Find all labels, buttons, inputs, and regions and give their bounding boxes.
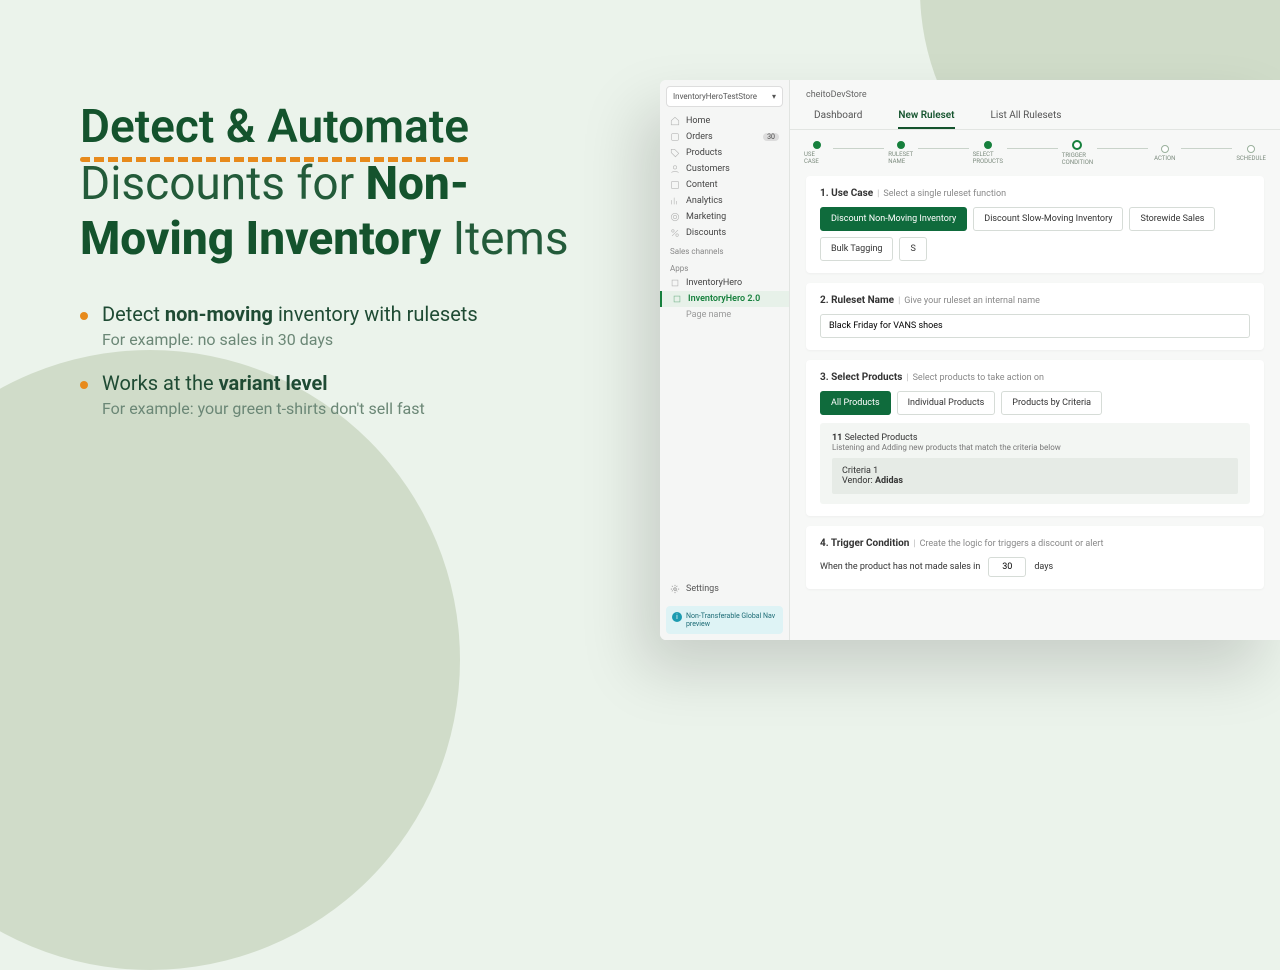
nav-page[interactable]: Page name	[660, 307, 789, 323]
pill-slow-moving[interactable]: Discount Slow-Moving Inventory	[973, 207, 1123, 231]
nav-home[interactable]: Home	[660, 113, 789, 129]
step-schedule[interactable]: SCHEDULE	[1236, 145, 1266, 162]
headline-regular: Discounts for Non-Moving Inventory Items	[80, 157, 569, 265]
bg-blob-bottom	[0, 350, 460, 970]
step-trigger[interactable]: TRIGGER CONDITION	[1062, 140, 1093, 166]
nav-app-inventoryhero2[interactable]: InventoryHero 2.0	[660, 291, 789, 307]
bullet-2-sub: For example: your green t-shirts don't s…	[102, 399, 425, 418]
step-select-products[interactable]: SELECT PRODUCTS	[973, 141, 1003, 165]
pill-bulk-tagging[interactable]: Bulk Tagging	[820, 237, 893, 261]
criteria-box: Criteria 1 Vendor: Adidas	[832, 458, 1238, 494]
bullet-dot-icon	[80, 381, 88, 389]
nav-marketing[interactable]: Marketing	[660, 209, 789, 225]
store-selector[interactable]: InventoryHeroTestStore ▾	[666, 86, 783, 107]
trigger-text-post: days	[1034, 562, 1053, 572]
criteria-label: Criteria 1	[842, 466, 1228, 476]
bullet-2-main: Works at the variant level	[102, 371, 425, 395]
pill-non-moving[interactable]: Discount Non-Moving Inventory	[820, 207, 967, 231]
marketing-copy: Detect & Automate Discounts for Non-Movi…	[80, 100, 620, 440]
step-use-case[interactable]: USE CASE	[804, 141, 829, 165]
info-card-text: Non-Transferable Global Nav preview	[686, 612, 777, 628]
section-trigger: 4. Trigger Condition|Create the logic fo…	[806, 526, 1264, 589]
section-select-products: 3. Select Products|Select products to ta…	[806, 360, 1264, 516]
chevron-down-icon: ▾	[772, 92, 776, 101]
info-card: i Non-Transferable Global Nav preview	[666, 606, 783, 634]
bullet-1-main: Detect non-moving inventory with ruleset…	[102, 302, 478, 326]
headline-underlined: Detect & Automate	[80, 100, 469, 157]
listening-text: Listening and Adding new products that m…	[832, 443, 1238, 452]
nav-content[interactable]: Content	[660, 177, 789, 193]
section-sub: Select products to take action on	[913, 373, 1044, 383]
tab-list-rulesets[interactable]: List All Rulesets	[991, 110, 1062, 129]
pill-storewide[interactable]: Storewide Sales	[1129, 207, 1215, 231]
home-icon	[670, 116, 680, 126]
section-sub: Select a single ruleset function	[883, 189, 1006, 199]
nav-app-inventoryhero[interactable]: InventoryHero	[660, 275, 789, 291]
headline: Detect & Automate Discounts for Non-Movi…	[80, 100, 620, 266]
pill-criteria[interactable]: Products by Criteria	[1001, 391, 1102, 415]
app-screenshot: InventoryHeroTestStore ▾ Home Orders30 P…	[660, 80, 1280, 640]
bullet-1: Detect non-moving inventory with ruleset…	[80, 302, 620, 349]
selected-label: Selected Products	[845, 433, 918, 443]
nav-customers[interactable]: Customers	[660, 161, 789, 177]
gear-icon	[670, 584, 680, 594]
step-ruleset-name[interactable]: RULESET NAME	[888, 141, 913, 165]
selected-count: 11	[832, 433, 842, 443]
orders-icon	[670, 132, 680, 142]
section-sub: Create the logic for triggers a discount…	[920, 539, 1104, 549]
tabs: Dashboard New Ruleset List All Rulesets	[790, 100, 1280, 130]
chart-icon	[670, 196, 680, 206]
pill-all-products[interactable]: All Products	[820, 391, 891, 415]
tab-dashboard[interactable]: Dashboard	[814, 110, 862, 129]
section-sub: Give your ruleset an internal name	[904, 296, 1040, 306]
sidebar: InventoryHeroTestStore ▾ Home Orders30 P…	[660, 80, 790, 640]
store-name: InventoryHeroTestStore	[673, 92, 757, 101]
orders-badge: 30	[763, 133, 779, 141]
bullet-1-sub: For example: no sales in 30 days	[102, 330, 478, 349]
tab-new-ruleset[interactable]: New Ruleset	[898, 110, 954, 129]
breadcrumb: cheitoDevStore	[790, 80, 1280, 100]
step-action[interactable]: ACTION	[1152, 145, 1177, 162]
pill-individual[interactable]: Individual Products	[897, 391, 996, 415]
ruleset-name-input[interactable]	[820, 314, 1250, 338]
nav-sales-channels-header: Sales channels	[660, 241, 789, 258]
section-title: 4. Trigger Condition	[820, 538, 909, 549]
nav-discounts[interactable]: Discounts	[660, 225, 789, 241]
pill-cutoff[interactable]: S	[899, 237, 926, 261]
bullet-dot-icon	[80, 312, 88, 320]
nav-products[interactable]: Products	[660, 145, 789, 161]
app-icon	[672, 294, 682, 304]
main-panel: cheitoDevStore Dashboard New Ruleset Lis…	[790, 80, 1280, 640]
nav-analytics[interactable]: Analytics	[660, 193, 789, 209]
nav-orders[interactable]: Orders30	[660, 129, 789, 145]
nav-settings[interactable]: Settings	[660, 578, 789, 600]
section-title: 1. Use Case	[820, 188, 873, 199]
user-icon	[670, 164, 680, 174]
info-icon: i	[672, 612, 682, 622]
section-ruleset-name: 2. Ruleset Name|Give your ruleset an int…	[806, 283, 1264, 350]
app-icon	[670, 278, 680, 288]
trigger-days-input[interactable]	[988, 557, 1026, 577]
bullet-2: Works at the variant level For example: …	[80, 371, 620, 418]
tag-icon	[670, 148, 680, 158]
nav-apps-header: Apps	[660, 258, 789, 275]
selected-products-box: 11 Selected Products Listening and Addin…	[820, 423, 1250, 504]
section-title: 2. Ruleset Name	[820, 295, 894, 306]
target-icon	[670, 212, 680, 222]
section-use-case: 1. Use Case|Select a single ruleset func…	[806, 176, 1264, 273]
stepper: USE CASE RULESET NAME SELECT PRODUCTS TR…	[790, 130, 1280, 166]
content-icon	[670, 180, 680, 190]
percent-icon	[670, 228, 680, 238]
trigger-text-pre: When the product has not made sales in	[820, 562, 980, 572]
section-title: 3. Select Products	[820, 372, 902, 383]
criteria-value: Adidas	[875, 476, 903, 486]
criteria-key: Vendor:	[842, 476, 873, 486]
